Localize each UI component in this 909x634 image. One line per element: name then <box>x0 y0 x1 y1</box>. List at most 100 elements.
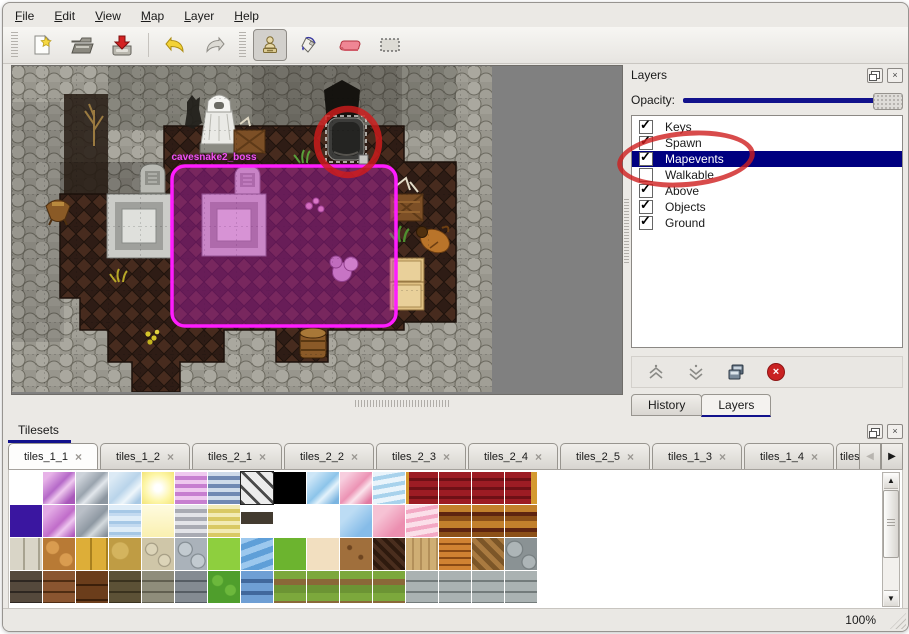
layer-list[interactable]: ✓ Keys ✓ Spawn ✓ Mapevents Walkable ✓ Ab… <box>631 115 903 348</box>
tileset-tab[interactable]: tiles_2_5 × <box>560 443 650 469</box>
tile[interactable] <box>439 571 471 603</box>
scroll-down-button[interactable]: ▼ <box>884 590 898 606</box>
tile[interactable] <box>472 571 504 603</box>
tile[interactable] <box>175 538 207 570</box>
tile[interactable] <box>439 472 471 504</box>
tile[interactable] <box>175 505 207 537</box>
tile[interactable] <box>241 571 273 603</box>
tile[interactable] <box>10 538 42 570</box>
tab-close-icon[interactable]: × <box>351 451 358 463</box>
tile[interactable] <box>109 538 141 570</box>
tab-close-icon[interactable]: × <box>627 451 634 463</box>
tile[interactable] <box>505 538 537 570</box>
layer-visibility-checkbox[interactable]: ✓ <box>639 120 653 134</box>
tile[interactable] <box>373 505 405 537</box>
delete-layer-button[interactable]: × <box>764 361 788 383</box>
new-file-button[interactable] <box>25 29 59 61</box>
select-tool-button[interactable] <box>373 29 407 61</box>
layer-move-up-button[interactable] <box>644 361 668 383</box>
tile[interactable] <box>142 472 174 504</box>
tile[interactable] <box>241 538 273 570</box>
tileset-tab[interactable]: tiles_2_4 × <box>468 443 558 469</box>
tile[interactable] <box>274 505 306 537</box>
float-panel-button[interactable] <box>867 68 883 83</box>
tile[interactable] <box>373 538 405 570</box>
tile[interactable] <box>76 472 108 504</box>
tile[interactable] <box>76 505 108 537</box>
float-panel-button[interactable] <box>867 424 883 439</box>
tile[interactable] <box>406 538 438 570</box>
tile[interactable] <box>43 472 75 504</box>
tile[interactable] <box>43 505 75 537</box>
tile[interactable] <box>274 472 306 504</box>
tile[interactable] <box>208 538 240 570</box>
tile[interactable] <box>109 472 141 504</box>
tile[interactable] <box>340 571 372 603</box>
menu-item[interactable]: File <box>15 9 34 23</box>
mapevents-selection-region[interactable] <box>172 166 396 326</box>
layer-visibility-checkbox[interactable]: ✓ <box>639 152 653 166</box>
tab-close-icon[interactable]: × <box>259 451 266 463</box>
layer-row[interactable]: ✓ Mapevents <box>632 151 902 167</box>
layer-row[interactable]: ✓ Above <box>632 183 902 199</box>
tile-palette[interactable] <box>10 472 537 603</box>
tile[interactable] <box>472 505 504 537</box>
layer-row[interactable]: ✓ Ground <box>632 215 902 231</box>
layer-visibility-checkbox[interactable]: ✓ <box>639 136 653 150</box>
scrollbar-thumb[interactable] <box>883 490 899 558</box>
dock-tab[interactable]: Layers <box>701 394 771 417</box>
horizontal-splitter[interactable] <box>355 400 451 407</box>
layer-visibility-checkbox[interactable] <box>639 168 653 182</box>
redo-button[interactable] <box>198 29 232 61</box>
tile[interactable] <box>340 472 372 504</box>
layer-row[interactable]: ✓ Objects <box>632 199 902 215</box>
tileset-tab[interactable]: tiles_1_1 × <box>8 443 98 469</box>
tile[interactable] <box>241 505 273 537</box>
close-panel-button[interactable]: × <box>887 424 903 439</box>
scroll-up-button[interactable]: ▲ <box>884 473 898 489</box>
tilesets-panel-title[interactable]: Tilesets <box>8 421 71 443</box>
tile[interactable] <box>175 472 207 504</box>
tile[interactable] <box>274 571 306 603</box>
tile[interactable] <box>406 571 438 603</box>
tile[interactable] <box>76 571 108 603</box>
tile[interactable] <box>10 571 42 603</box>
tile[interactable] <box>109 571 141 603</box>
tileset-scrollbar[interactable]: ▲ ▼ <box>882 472 900 607</box>
tile[interactable] <box>241 472 273 504</box>
menu-item[interactable]: Edit <box>54 9 75 23</box>
layer-move-down-button[interactable] <box>684 361 708 383</box>
layer-visibility-checkbox[interactable]: ✓ <box>639 200 653 214</box>
vertical-splitter[interactable] <box>624 199 629 263</box>
map-canvas[interactable]: cavesnake2_boss <box>12 66 492 395</box>
tab-close-icon[interactable]: × <box>719 451 726 463</box>
tab-close-icon[interactable]: × <box>443 451 450 463</box>
undo-button[interactable] <box>158 29 192 61</box>
tile[interactable] <box>142 571 174 603</box>
tile[interactable] <box>43 538 75 570</box>
tile[interactable] <box>505 505 537 537</box>
dock-tab[interactable]: History <box>631 394 702 416</box>
tile[interactable] <box>505 472 537 504</box>
tile[interactable] <box>340 505 372 537</box>
tileset-tab[interactable]: tiles_2_1 × <box>192 443 282 469</box>
layer-row[interactable]: ✓ Spawn <box>632 135 902 151</box>
tile[interactable] <box>109 505 141 537</box>
tabs-scroll-right-button[interactable]: ▶ <box>881 443 903 470</box>
toolbar-grip[interactable] <box>11 32 18 58</box>
duplicate-layer-button[interactable] <box>724 361 748 383</box>
toolbar-grip[interactable] <box>239 32 246 58</box>
tile[interactable] <box>472 538 504 570</box>
fill-tool-button[interactable] <box>293 29 327 61</box>
tileset-tab[interactable]: tiles_1_3 × <box>652 443 742 469</box>
stamp-tool-button[interactable] <box>253 29 287 61</box>
tile[interactable] <box>406 505 438 537</box>
tileset-tab[interactable]: tiles_1_4 × <box>744 443 834 469</box>
tab-close-icon[interactable]: × <box>75 451 82 463</box>
resize-grip[interactable] <box>890 613 906 629</box>
opacity-slider-handle[interactable] <box>873 93 903 110</box>
close-panel-button[interactable]: × <box>887 68 903 83</box>
tile[interactable] <box>340 538 372 570</box>
tile[interactable] <box>43 571 75 603</box>
tile[interactable] <box>439 538 471 570</box>
